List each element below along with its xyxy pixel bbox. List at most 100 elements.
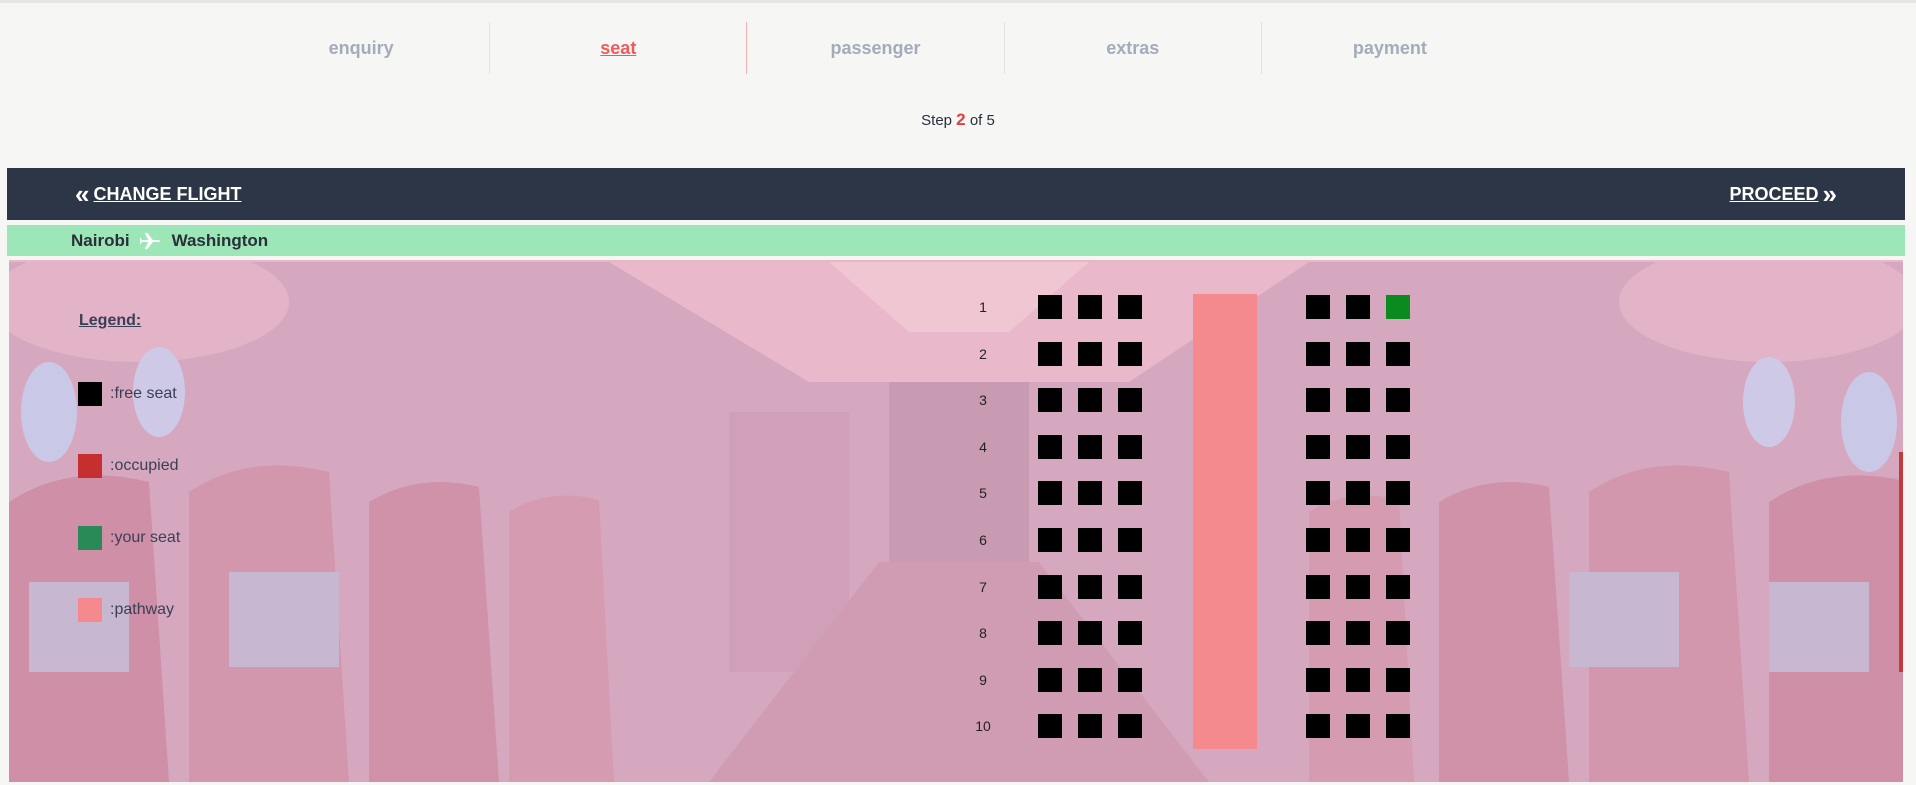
- free-seat[interactable]: [1386, 714, 1410, 738]
- legend-label: :your seat: [110, 529, 181, 546]
- free-seat[interactable]: [1078, 435, 1102, 459]
- free-seat[interactable]: [1306, 575, 1330, 599]
- free-seat[interactable]: [1306, 714, 1330, 738]
- row-number: 2: [979, 346, 987, 362]
- step-indicator-suffix: of 5: [969, 112, 995, 129]
- double-chevron-right-icon: »: [1822, 179, 1837, 209]
- row-number: 9: [979, 672, 987, 688]
- legend-pathway: :pathway: [78, 598, 174, 622]
- free-seat[interactable]: [1118, 481, 1142, 505]
- free-seat[interactable]: [1078, 481, 1102, 505]
- scrollbar-thumb[interactable]: [1899, 452, 1903, 672]
- row-number: 7: [979, 579, 987, 595]
- free-seat[interactable]: [1038, 388, 1062, 412]
- selected-seat[interactable]: [1386, 295, 1410, 319]
- free-seat[interactable]: [1078, 621, 1102, 645]
- free-seat[interactable]: [1306, 295, 1330, 319]
- step-indicator-current: 2: [956, 110, 966, 129]
- free-seat[interactable]: [1078, 342, 1102, 366]
- proceed-label: PROCEED: [1729, 183, 1819, 204]
- pathway-aisle: [1193, 294, 1257, 749]
- route-bar: Nairobi Washington: [7, 225, 1905, 256]
- free-seat[interactable]: [1038, 481, 1062, 505]
- free-seat[interactable]: [1386, 342, 1410, 366]
- free-seat[interactable]: [1078, 714, 1102, 738]
- legend-occupied: :occupied: [78, 454, 179, 478]
- free-seat[interactable]: [1306, 668, 1330, 692]
- free-seat[interactable]: [1346, 528, 1370, 552]
- free-seat[interactable]: [1118, 668, 1142, 692]
- free-seat[interactable]: [1346, 575, 1370, 599]
- free-seat[interactable]: [1038, 342, 1062, 366]
- free-seat[interactable]: [1306, 435, 1330, 459]
- route-origin: Nairobi: [71, 230, 130, 250]
- free-seat[interactable]: [1038, 528, 1062, 552]
- step-indicator: Step 2 of 5: [0, 110, 1916, 130]
- free-seat[interactable]: [1118, 621, 1142, 645]
- free-seat[interactable]: [1038, 714, 1062, 738]
- free-seat[interactable]: [1346, 295, 1370, 319]
- change-flight-button[interactable]: « CHANGE FLIGHT: [71, 168, 241, 220]
- legend-swatch: [78, 598, 102, 622]
- free-seat[interactable]: [1078, 388, 1102, 412]
- free-seat[interactable]: [1346, 621, 1370, 645]
- step-passenger[interactable]: passenger: [747, 22, 1005, 74]
- free-seat[interactable]: [1038, 621, 1062, 645]
- progress-steps: enquiry seat passenger extras payment: [233, 22, 1518, 74]
- free-seat[interactable]: [1118, 435, 1142, 459]
- row-number: 6: [979, 532, 987, 548]
- free-seat[interactable]: [1386, 528, 1410, 552]
- free-seat[interactable]: [1386, 481, 1410, 505]
- free-seat[interactable]: [1346, 481, 1370, 505]
- cabin-background-image: [9, 262, 1903, 782]
- row-number: 5: [979, 485, 987, 501]
- free-seat[interactable]: [1118, 575, 1142, 599]
- free-seat[interactable]: [1386, 388, 1410, 412]
- step-payment[interactable]: payment: [1262, 22, 1518, 74]
- free-seat[interactable]: [1118, 714, 1142, 738]
- double-chevron-left-icon: «: [75, 179, 90, 209]
- route-destination: Washington: [171, 230, 269, 250]
- legend-swatch: [78, 526, 102, 550]
- free-seat[interactable]: [1306, 528, 1330, 552]
- free-seat[interactable]: [1346, 435, 1370, 459]
- free-seat[interactable]: [1118, 388, 1142, 412]
- step-indicator-prefix: Step: [921, 112, 952, 129]
- change-flight-label: CHANGE FLIGHT: [93, 183, 242, 204]
- proceed-button[interactable]: PROCEED »: [1730, 168, 1841, 220]
- free-seat[interactable]: [1038, 668, 1062, 692]
- free-seat[interactable]: [1038, 435, 1062, 459]
- free-seat[interactable]: [1386, 621, 1410, 645]
- step-seat[interactable]: seat: [490, 22, 748, 74]
- row-number: 8: [979, 625, 987, 641]
- step-enquiry[interactable]: enquiry: [233, 22, 491, 74]
- free-seat[interactable]: [1386, 575, 1410, 599]
- legend-title: Legend:: [79, 312, 142, 329]
- free-seat[interactable]: [1038, 295, 1062, 319]
- free-seat[interactable]: [1118, 528, 1142, 552]
- free-seat[interactable]: [1118, 342, 1142, 366]
- free-seat[interactable]: [1078, 668, 1102, 692]
- free-seat[interactable]: [1346, 388, 1370, 412]
- free-seat[interactable]: [1306, 481, 1330, 505]
- step-extras[interactable]: extras: [1005, 22, 1262, 74]
- free-seat[interactable]: [1386, 435, 1410, 459]
- free-seat[interactable]: [1346, 668, 1370, 692]
- free-seat[interactable]: [1078, 575, 1102, 599]
- legend-label: :occupied: [110, 457, 179, 474]
- free-seat[interactable]: [1306, 342, 1330, 366]
- legend-swatch: [78, 382, 102, 406]
- top-border: [0, 0, 1916, 3]
- free-seat[interactable]: [1078, 528, 1102, 552]
- free-seat[interactable]: [1306, 621, 1330, 645]
- free-seat[interactable]: [1346, 714, 1370, 738]
- free-seat[interactable]: [1386, 668, 1410, 692]
- free-seat[interactable]: [1078, 295, 1102, 319]
- free-seat[interactable]: [1306, 388, 1330, 412]
- free-seat[interactable]: [1346, 342, 1370, 366]
- free-seat[interactable]: [1038, 575, 1062, 599]
- row-number: 3: [979, 392, 987, 408]
- free-seat[interactable]: [1118, 295, 1142, 319]
- seat-map-panel: Legend: :free seat :occupied :your seat …: [9, 260, 1903, 782]
- row-number: 4: [979, 439, 987, 455]
